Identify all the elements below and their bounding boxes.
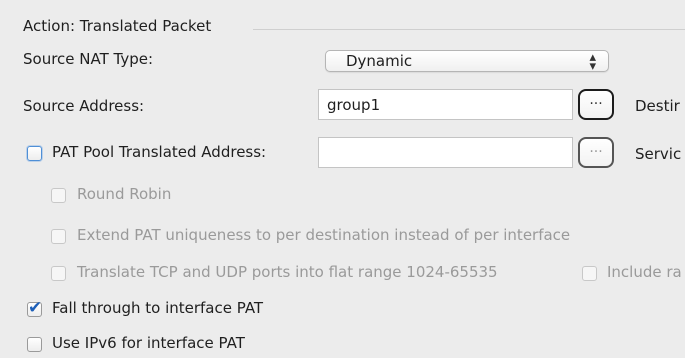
source-address-browse-button[interactable]: ... [578,89,614,120]
flat-range-checkbox[interactable] [51,266,66,281]
service-label-partial: Servic [635,145,682,163]
pat-pool-address-field[interactable] [318,137,573,168]
source-address-label: Source Address: [23,97,145,115]
section-divider [253,29,685,30]
include-range-label: Include ra [607,263,682,281]
pat-pool-label: PAT Pool Translated Address: [52,143,267,161]
destination-label-partial: Destir [635,97,680,115]
source-nat-type-value: Dynamic [346,52,413,70]
ipv6-checkbox[interactable] [27,337,42,352]
fall-through-label: Fall through to interface PAT [52,299,264,317]
fall-through-checkbox[interactable]: ✔ [27,298,42,318]
source-nat-type-select[interactable]: Dynamic ▴ ▾ [325,50,609,74]
source-address-field[interactable]: group1 [318,89,573,120]
ellipsis-icon: ... [589,140,603,156]
round-robin-checkbox[interactable] [51,188,66,203]
include-range-checkbox[interactable] [582,266,597,281]
ipv6-label: Use IPv6 for interface PAT [52,334,245,352]
extend-pat-label: Extend PAT uniqueness to per destination… [77,226,571,244]
ellipsis-icon: ... [589,92,603,108]
section-title: Action: Translated Packet [23,17,212,35]
flat-range-label: Translate TCP and UDP ports into flat ra… [77,263,498,281]
checkmark-icon: ✔ [28,298,43,318]
extend-pat-checkbox[interactable] [51,229,66,244]
up-down-arrows-icon: ▴ ▾ [589,50,596,74]
pat-pool-browse-button[interactable]: ... [578,137,614,168]
source-nat-type-label: Source NAT Type: [23,50,154,68]
pat-pool-checkbox[interactable] [27,146,42,161]
round-robin-label: Round Robin [77,185,172,203]
source-address-value: group1 [327,96,381,114]
